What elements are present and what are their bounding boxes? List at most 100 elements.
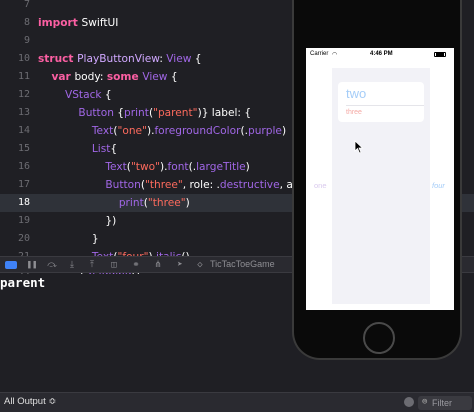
code-line[interactable]: 13 Button {print("parent")} label: { xyxy=(0,104,292,122)
memory-graph-icon[interactable]: ⋔ xyxy=(152,260,164,270)
code-text[interactable]: Text("two").font(.largeTitle) xyxy=(38,158,250,176)
code-token: purple xyxy=(247,125,282,137)
code-line[interactable]: 11 var body: some View { xyxy=(0,68,292,86)
line-number[interactable]: 14 xyxy=(0,122,30,140)
code-token: Button xyxy=(78,107,114,119)
code-text[interactable]: }) xyxy=(38,212,116,230)
code-token: (. xyxy=(240,125,248,137)
code-token: PlayButtonView xyxy=(77,53,160,65)
debug-view-icon[interactable]: ◫ xyxy=(108,260,120,270)
code-line[interactable]: 10 struct PlayButtonView: View { xyxy=(0,50,292,68)
code-token: Text xyxy=(91,125,114,137)
play-button-vstack[interactable]: two three one four xyxy=(306,60,454,310)
list-item-three-button[interactable]: three xyxy=(346,109,362,116)
code-token: ) xyxy=(245,161,250,173)
code-line[interactable]: 20 } xyxy=(0,230,292,248)
console-output: parent xyxy=(0,275,46,290)
trash-icon[interactable] xyxy=(404,397,414,407)
code-text[interactable]: import SwiftUI xyxy=(38,14,118,32)
environment-icon[interactable]: ⚭ xyxy=(130,260,142,270)
line-number[interactable]: 8 xyxy=(0,14,30,32)
pause-icon[interactable]: ❚❚ xyxy=(26,260,38,270)
code-token: "two" xyxy=(130,161,160,173)
line-number[interactable]: 10 xyxy=(0,50,30,68)
line-number[interactable]: 19 xyxy=(0,212,30,230)
code-token: print xyxy=(118,197,144,209)
line-number[interactable]: 12 xyxy=(0,86,30,104)
code-line[interactable]: 9 xyxy=(0,32,292,50)
clock-label: 4:46 PM xyxy=(370,51,393,57)
code-token: destructive xyxy=(219,179,280,191)
code-text[interactable]: Button {print("parent")} label: { xyxy=(38,104,251,122)
filter-input[interactable] xyxy=(432,397,470,409)
console-bottom-bar: All Output ≎ ⊜ xyxy=(0,392,474,412)
code-line[interactable]: 19 }) xyxy=(0,212,292,230)
location-icon[interactable]: ➤ xyxy=(174,260,186,270)
home-button[interactable] xyxy=(363,322,395,354)
text-one[interactable]: one xyxy=(314,181,327,190)
code-token: { xyxy=(110,143,118,155)
code-token: largeTitle xyxy=(196,161,246,173)
code-text[interactable]: List{ xyxy=(38,140,117,158)
step-in-icon[interactable]: ⤓ xyxy=(66,260,78,270)
filter-field[interactable]: ⊜ xyxy=(418,396,472,410)
code-token: "one" xyxy=(117,125,147,137)
code-text[interactable]: Button("three", role: .destructive, acti… xyxy=(38,176,332,194)
code-token: { xyxy=(191,53,202,65)
code-line[interactable]: 18 print("three") xyxy=(0,194,292,212)
code-token: "parent" xyxy=(153,107,198,119)
list-divider xyxy=(346,105,424,106)
code-line[interactable]: 17 Button("three", role: .destructive, a… xyxy=(0,176,333,194)
code-line[interactable]: 7 xyxy=(0,0,292,14)
scheme-label[interactable]: TicTacToeGame xyxy=(210,259,275,269)
line-number[interactable]: 16 xyxy=(0,158,30,176)
code-token: , role: . xyxy=(182,179,220,191)
code-token: "three" xyxy=(145,179,183,191)
code-token: List xyxy=(91,143,111,155)
list-item-two[interactable]: two xyxy=(346,86,366,101)
code-token: print xyxy=(124,107,149,119)
code-token: { xyxy=(101,89,112,101)
code-token: (. xyxy=(188,161,197,173)
code-text[interactable]: struct PlayButtonView: View { xyxy=(38,50,202,68)
scheme-icon[interactable]: ◇ xyxy=(194,260,206,270)
line-number[interactable]: 15 xyxy=(0,140,30,158)
code-line[interactable]: 12 VStack { xyxy=(0,86,292,104)
code-line[interactable]: 14 Text("one").foregroundColor(.purple) xyxy=(0,122,292,140)
breakpoints-toggle-icon[interactable] xyxy=(5,261,17,269)
code-token: Text xyxy=(105,161,127,173)
code-line[interactable]: 16 Text("two").font(.largeTitle) xyxy=(0,158,292,176)
code-text[interactable]: } xyxy=(38,230,99,248)
code-line[interactable]: 8 import SwiftUI xyxy=(0,14,292,32)
code-text[interactable]: print("three") xyxy=(38,194,190,212)
code-line[interactable]: 15 List{ xyxy=(0,140,292,158)
output-select[interactable]: All Output ≎ xyxy=(4,396,56,407)
wifi-icon: ◠ xyxy=(332,52,338,58)
status-bar: Carrier ◠ 4:46 PM xyxy=(306,48,454,60)
line-number[interactable]: 9 xyxy=(0,32,30,50)
code-token: foregroundColor xyxy=(154,125,241,137)
code-token: ) xyxy=(281,125,287,137)
step-over-icon[interactable]: ⤼ xyxy=(46,260,58,270)
line-number[interactable]: 7 xyxy=(0,0,30,14)
code-token: { xyxy=(167,71,178,83)
line-number[interactable]: 17 xyxy=(0,176,30,194)
line-number[interactable]: 13 xyxy=(0,104,30,122)
line-number[interactable]: 20 xyxy=(0,230,30,248)
line-number[interactable]: 11 xyxy=(0,68,30,86)
code-token: View xyxy=(142,71,168,83)
code-text[interactable]: var body: some View { xyxy=(38,68,178,86)
text-four[interactable]: four xyxy=(432,181,445,190)
battery-icon xyxy=(434,52,446,57)
line-number[interactable]: 18 xyxy=(0,194,30,212)
step-out-icon[interactable]: ⤒ xyxy=(86,260,98,270)
code-token: ). xyxy=(159,161,168,173)
code-text[interactable]: Text("one").foregroundColor(.purple) xyxy=(38,122,286,140)
code-text[interactable]: VStack { xyxy=(38,86,112,104)
simulator-screen[interactable]: Carrier ◠ 4:46 PM two three one four xyxy=(306,48,454,310)
